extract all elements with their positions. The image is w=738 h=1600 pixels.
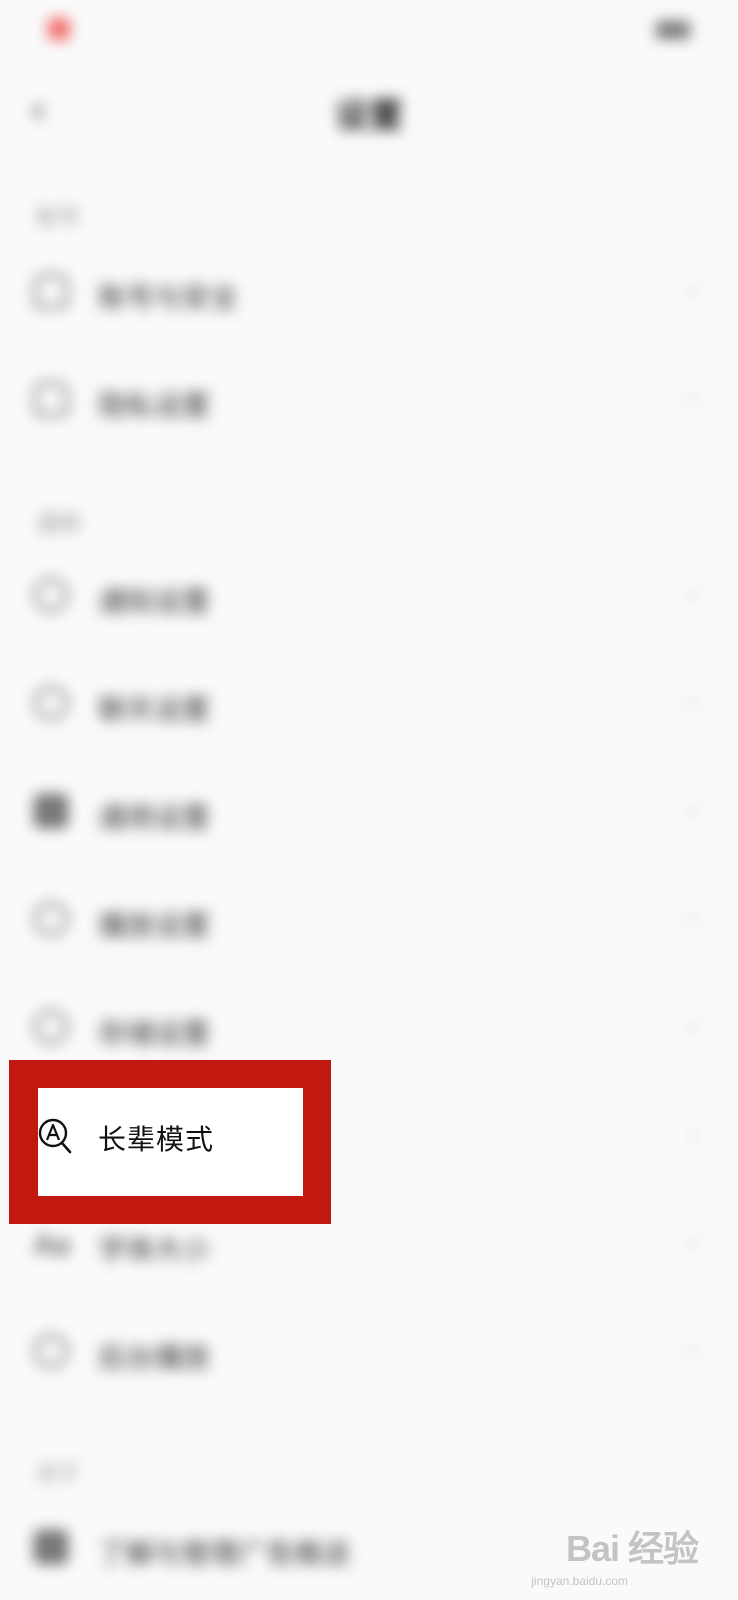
nav-bar: ‹ 设置 bbox=[0, 60, 738, 160]
chevron-right-icon: › bbox=[687, 1120, 698, 1150]
menu-item-label: 聊天设置 bbox=[98, 693, 211, 726]
settings-screen: ‹ 设置 账号 账号与安全 › 隐私设置 › 通用 通知设置 › 聊天设置 › bbox=[0, 0, 738, 1600]
watermark-url: jingyan.baidu.com bbox=[531, 1574, 628, 1588]
baidu-watermark: Bai 经验 jingyan.baidu.com bbox=[531, 1520, 699, 1588]
menu-item-label: 后台播放 bbox=[98, 1341, 211, 1374]
status-right bbox=[656, 18, 698, 42]
section-header-general: 通用 bbox=[36, 512, 81, 537]
chevron-right-icon: › bbox=[687, 276, 698, 306]
menu-item-privacy[interactable]: 隐私设置 › bbox=[0, 356, 738, 446]
section-header-account: 账号 bbox=[36, 206, 81, 231]
chevron-right-icon: › bbox=[687, 688, 698, 718]
chevron-right-icon: › bbox=[687, 580, 698, 610]
gear-icon bbox=[34, 794, 68, 828]
notification-dot-icon bbox=[48, 18, 70, 40]
menu-item-label: 了解与管理广告推送 bbox=[98, 1537, 351, 1570]
headphone-icon bbox=[34, 1334, 68, 1368]
menu-item-notification[interactable]: 通知设置 › bbox=[0, 552, 738, 642]
menu-item-label: 播放设置 bbox=[98, 909, 211, 942]
menu-item-account-security[interactable]: 账号与安全 › bbox=[0, 248, 738, 338]
play-icon bbox=[34, 902, 68, 936]
person-icon bbox=[34, 274, 68, 308]
page-title: 设置 bbox=[335, 96, 403, 136]
menu-item-label: 账号与安全 bbox=[98, 281, 239, 314]
elder-mode-label: 长辈模式 bbox=[98, 1123, 215, 1156]
chevron-right-icon: › bbox=[687, 1228, 698, 1258]
menu-item-background[interactable]: 后台播放 › bbox=[0, 1308, 738, 1398]
chevron-right-icon: › bbox=[687, 1012, 698, 1042]
chevron-right-icon: › bbox=[687, 904, 698, 934]
magnifier-a-icon bbox=[38, 1118, 72, 1154]
menu-item-label: 字体大小 bbox=[98, 1233, 211, 1266]
menu-item-chat[interactable]: 聊天设置 › bbox=[0, 660, 738, 750]
menu-item-label: 存储设置 bbox=[98, 1017, 211, 1050]
chat-icon bbox=[34, 686, 68, 720]
menu-item-label: 通用设置 bbox=[98, 801, 211, 834]
lock-icon bbox=[34, 382, 68, 416]
section-header-about: 关于 bbox=[36, 1462, 81, 1487]
bell-icon bbox=[34, 578, 68, 612]
menu-item-general[interactable]: 通用设置 › bbox=[0, 768, 738, 858]
menu-item-playback[interactable]: 播放设置 › bbox=[0, 876, 738, 966]
chevron-right-icon: › bbox=[687, 384, 698, 414]
chevron-right-icon: › bbox=[687, 1336, 698, 1366]
status-left bbox=[40, 14, 70, 44]
status-bar bbox=[0, 0, 738, 60]
menu-item-label: 通知设置 bbox=[98, 585, 211, 618]
clock-icon bbox=[34, 1010, 68, 1044]
ad-icon bbox=[34, 1530, 68, 1564]
battery-icon bbox=[656, 21, 690, 39]
menu-item-label: 隐私设置 bbox=[98, 389, 211, 422]
font-size-icon: Aa bbox=[34, 1228, 71, 1261]
chevron-right-icon: › bbox=[687, 796, 698, 826]
watermark-logo: Bai 经验 bbox=[565, 1528, 699, 1569]
